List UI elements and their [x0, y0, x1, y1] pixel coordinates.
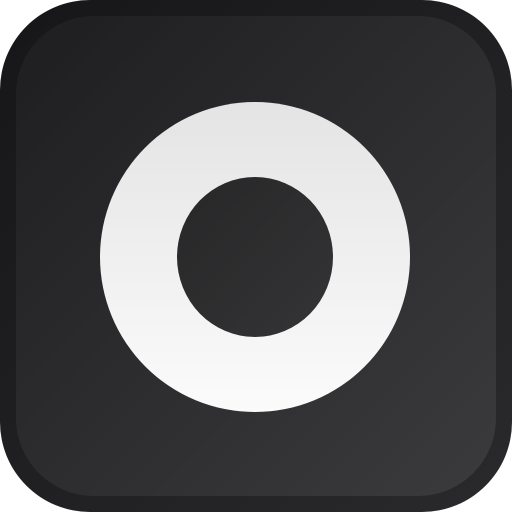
- ring-hole: [177, 177, 333, 337]
- app-icon[interactable]: [0, 0, 512, 512]
- app-icon-graphic: [0, 0, 512, 512]
